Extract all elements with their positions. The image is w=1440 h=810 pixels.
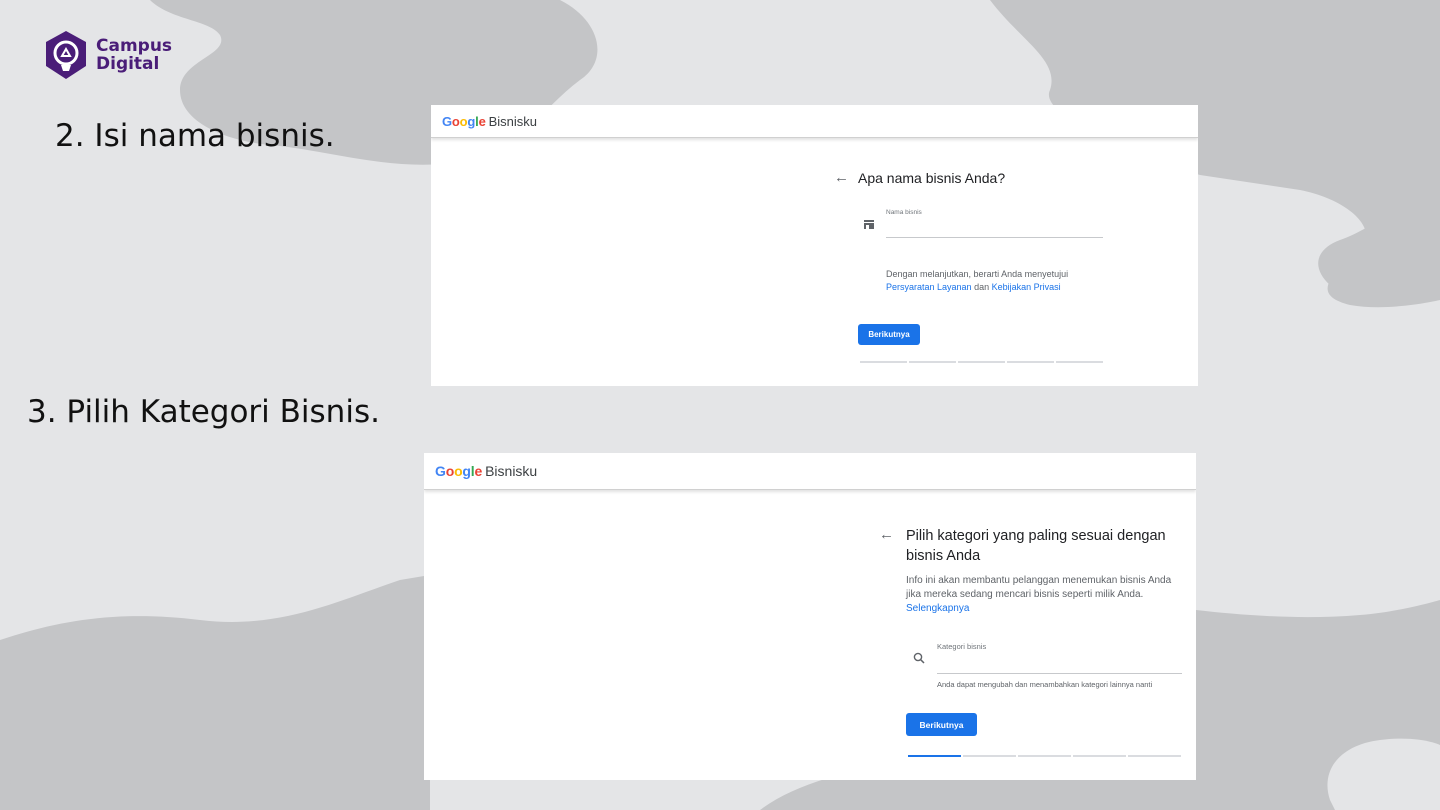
title-line-2: bisnis Anda	[906, 548, 981, 564]
google-bisnisku-header: Google Bisnisku	[431, 105, 1198, 138]
search-icon	[913, 652, 925, 664]
step-2-label: 2. Isi nama bisnis.	[55, 118, 335, 154]
category-input[interactable]	[937, 653, 1182, 673]
progress-segment-active	[908, 755, 961, 757]
next-button[interactable]: Berikutnya	[906, 713, 977, 736]
terms-text: Dengan melanjutkan, berarti Anda menyetu…	[886, 268, 1116, 294]
progress-segment	[909, 361, 956, 363]
progress-bar	[860, 361, 1103, 363]
category-helper-text: Anda dapat mengubah dan menambahkan kate…	[937, 680, 1153, 689]
question-title: Apa nama bisnis Anda?	[858, 170, 1006, 186]
terms-line-2: Persyaratan Layanan dan Kebijakan Privas…	[886, 281, 1116, 294]
privacy-policy-link[interactable]: Kebijakan Privasi	[992, 282, 1061, 292]
google-bisnisku-header: Google Bisnisku	[424, 453, 1196, 490]
terms-of-service-link[interactable]: Persyaratan Layanan	[886, 282, 972, 292]
storefront-icon	[864, 220, 874, 229]
step-3-label: 3. Pilih Kategori Bisnis.	[27, 394, 380, 430]
campus-digital-logo: Campus Digital	[42, 29, 172, 81]
progress-segment	[1056, 361, 1103, 363]
progress-segment	[1073, 755, 1126, 757]
info-line-1: Info ini akan membantu pelanggan menemuk…	[906, 575, 1172, 586]
business-name-label: Nama bisnis	[886, 209, 922, 216]
progress-segment	[958, 361, 1005, 363]
product-name: Bisnisku	[485, 463, 538, 479]
category-label: Kategori bisnis	[937, 642, 987, 651]
progress-segment	[963, 755, 1016, 757]
logo-line-2: Digital	[96, 54, 160, 74]
title-line-1: Pilih kategori yang paling sesuai dengan	[906, 528, 1166, 544]
learn-more-link[interactable]: Selengkapnya	[906, 602, 1191, 616]
product-name: Bisnisku	[488, 113, 538, 129]
google-logo: Google	[435, 463, 483, 479]
info-text: Info ini akan membantu pelanggan menemuk…	[906, 574, 1191, 616]
progress-segment	[860, 361, 907, 363]
input-underline	[886, 237, 1103, 238]
info-line-2: jika mereka sedang mencari bisnis sepert…	[906, 589, 1144, 600]
screenshot-business-category: Google Bisnisku ← Pilih kategori yang pa…	[424, 453, 1196, 780]
logo-text: Campus Digital	[96, 37, 172, 73]
terms-and: dan	[974, 282, 990, 292]
question-title: Pilih kategori yang paling sesuai dengan…	[906, 526, 1166, 566]
input-underline	[937, 673, 1182, 674]
terms-line-1: Dengan melanjutkan, berarti Anda menyetu…	[886, 269, 1069, 279]
back-arrow-icon[interactable]: ←	[834, 169, 849, 186]
progress-segment	[1007, 361, 1054, 363]
logo-line-1: Campus	[96, 36, 173, 56]
progress-bar	[908, 755, 1181, 757]
google-logo: Google	[442, 113, 486, 129]
next-button[interactable]: Berikutnya	[858, 324, 920, 345]
lightbulb-shield-icon	[46, 31, 86, 79]
screenshot-business-name: Google Bisnisku ← Apa nama bisnis Anda? …	[431, 105, 1198, 386]
business-name-input[interactable]	[886, 219, 1103, 237]
progress-segment	[1018, 755, 1071, 757]
progress-segment	[1128, 755, 1181, 757]
back-arrow-icon[interactable]: ←	[879, 526, 894, 543]
